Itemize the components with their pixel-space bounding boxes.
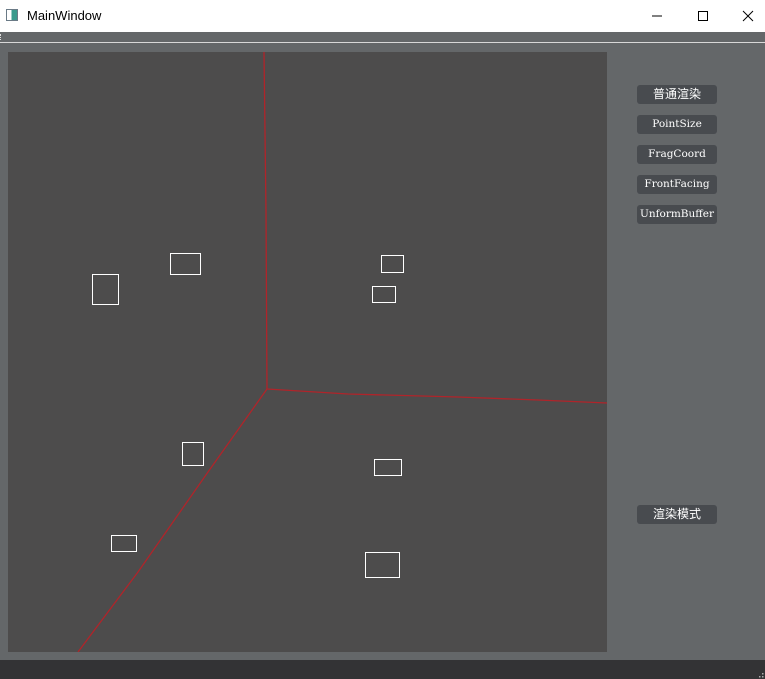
title-bar[interactable]: MainWindow <box>0 0 765 32</box>
minimize-icon <box>652 15 662 17</box>
quad-rect <box>170 253 201 275</box>
minimize-button[interactable] <box>634 0 680 32</box>
quad-rect <box>92 274 119 305</box>
quad-rect <box>381 255 404 273</box>
window-title: MainWindow <box>27 8 102 23</box>
point-size-button[interactable]: PointSize <box>637 115 717 134</box>
uniform-buffer-button[interactable]: UnformBuffer <box>637 205 717 224</box>
close-button[interactable] <box>725 0 765 32</box>
division-line-right <box>266 388 607 404</box>
quad-rect <box>182 442 204 466</box>
status-bar <box>0 660 765 679</box>
render-scene <box>77 52 607 652</box>
division-line-top <box>263 52 268 390</box>
maximize-icon <box>698 11 708 21</box>
render-mode-button[interactable]: 渲染模式 <box>637 505 717 524</box>
main-window: MainWindow 普通渲染 PointSize FragCoord Fron… <box>0 0 765 679</box>
menu-bar <box>0 32 765 43</box>
resize-grip-icon[interactable] <box>756 670 764 678</box>
normal-render-button[interactable]: 普通渲染 <box>637 85 717 104</box>
front-facing-button[interactable]: FrontFacing <box>637 175 717 194</box>
quad-rect <box>111 535 137 552</box>
quad-rect <box>374 459 402 476</box>
division-line-left <box>77 388 268 652</box>
quad-rect <box>372 286 396 303</box>
quad-rect <box>365 552 400 578</box>
maximize-button[interactable] <box>680 0 726 32</box>
render-canvas[interactable] <box>8 52 607 652</box>
app-window-icon <box>6 9 18 21</box>
frag-coord-button[interactable]: FragCoord <box>637 145 717 164</box>
close-icon <box>742 10 754 22</box>
toolbar-grip-icon[interactable] <box>0 34 3 40</box>
